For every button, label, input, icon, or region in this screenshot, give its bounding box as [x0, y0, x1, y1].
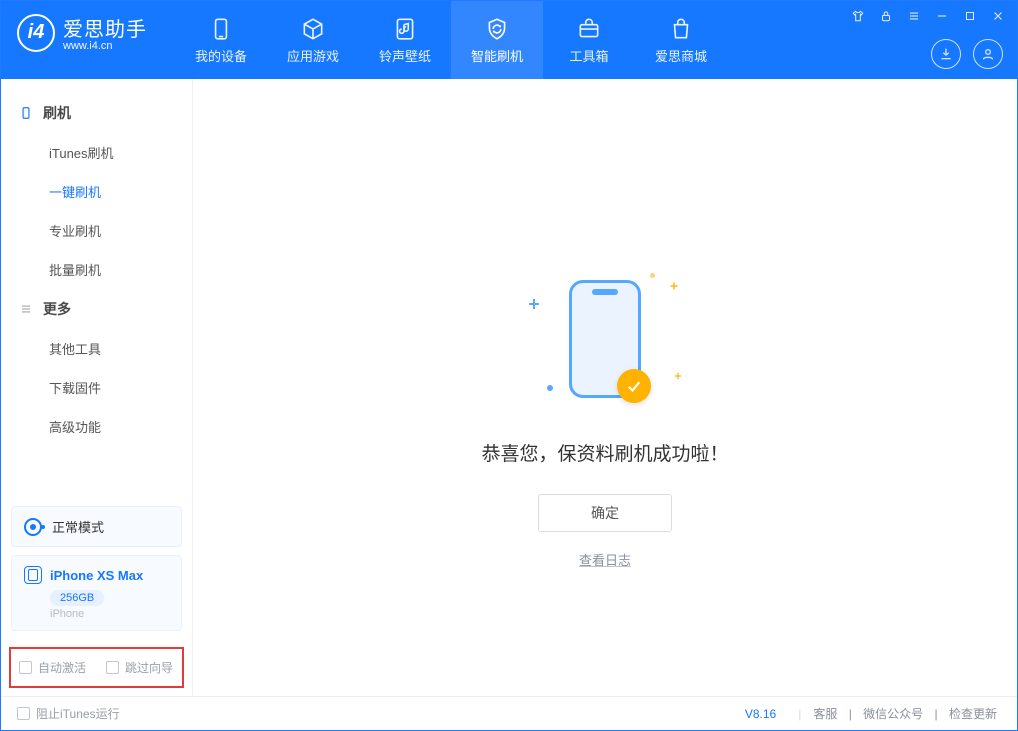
music-file-icon — [392, 16, 418, 42]
separator: | — [845, 707, 856, 721]
dot-icon — [547, 385, 553, 391]
mode-label: 正常模式 — [52, 517, 104, 536]
sparkle-icon — [529, 299, 539, 309]
tab-smart-flash[interactable]: 智能刷机 — [451, 1, 543, 79]
minimize-button[interactable] — [933, 7, 951, 25]
lock-icon[interactable] — [877, 7, 895, 25]
tab-label: 工具箱 — [569, 46, 608, 65]
sidebar-item-oneclick-flash[interactable]: 一键刷机 — [1, 172, 192, 211]
download-manager-button[interactable] — [931, 39, 961, 69]
list-icon — [19, 302, 33, 316]
footer: 阻止iTunes运行 V8.16 | 客服 | 微信公众号 | 检查更新 — [1, 696, 1017, 730]
footer-link-wechat[interactable]: 微信公众号 — [859, 707, 927, 721]
tab-label: 应用游戏 — [287, 46, 339, 65]
tab-ringtone-wallpaper[interactable]: 铃声壁纸 — [359, 1, 451, 79]
brand-text: 爱思助手 www.i4.cn — [63, 13, 147, 52]
device-name: iPhone XS Max — [50, 568, 143, 583]
sidebar-item-itunes-flash[interactable]: iTunes刷机 — [1, 133, 192, 172]
tab-app-games[interactable]: 应用游戏 — [267, 1, 359, 79]
tshirt-icon[interactable] — [849, 7, 867, 25]
menu-icon[interactable] — [905, 7, 923, 25]
view-log-link[interactable]: 查看日志 — [579, 550, 631, 569]
footer-link-check-update[interactable]: 检查更新 — [945, 707, 1001, 721]
account-button[interactable] — [973, 39, 1003, 69]
checkbox-auto-activate[interactable]: 自动激活 — [19, 659, 86, 676]
success-illustration — [525, 269, 685, 409]
device-small-icon — [19, 106, 33, 120]
tab-my-device[interactable]: 我的设备 — [175, 1, 267, 79]
header-right-actions — [931, 39, 1003, 69]
tab-toolbox[interactable]: 工具箱 — [543, 1, 635, 79]
success-badge-icon — [617, 369, 651, 403]
mode-status-icon — [24, 518, 42, 536]
section-title: 更多 — [43, 299, 71, 319]
tab-label: 爱思商城 — [655, 46, 707, 65]
titlebar: i4 爱思助手 www.i4.cn 我的设备 应用游戏 铃声壁纸 智能刷 — [1, 1, 1017, 79]
brand-url: www.i4.cn — [63, 40, 147, 52]
separator: | — [931, 707, 942, 721]
separator: | — [790, 707, 809, 721]
tab-store[interactable]: 爱思商城 — [635, 1, 727, 79]
checkbox-block-itunes[interactable]: 阻止iTunes运行 — [17, 705, 120, 722]
tab-label: 我的设备 — [195, 46, 247, 65]
checkbox-box-icon — [17, 707, 30, 720]
section-title: 刷机 — [43, 103, 71, 123]
bag-icon — [668, 16, 694, 42]
sidebar-item-pro-flash[interactable]: 专业刷机 — [1, 211, 192, 250]
checkbox-skip-guide[interactable]: 跳过向导 — [106, 659, 173, 676]
close-button[interactable] — [989, 7, 1007, 25]
mode-card[interactable]: 正常模式 — [11, 506, 182, 547]
sidebar-item-advanced[interactable]: 高级功能 — [1, 407, 192, 446]
check-icon — [625, 377, 643, 395]
dot-icon — [650, 273, 655, 278]
success-message: 恭喜您，保资料刷机成功啦！ — [481, 439, 728, 466]
sidebar: 刷机 iTunes刷机 一键刷机 专业刷机 批量刷机 更多 其他工具 下载固件 … — [1, 79, 193, 696]
sparkle-icon — [671, 283, 678, 290]
main-content: 恭喜您，保资料刷机成功啦！ 确定 查看日志 — [193, 79, 1017, 696]
top-tabs: 我的设备 应用游戏 铃声壁纸 智能刷机 工具箱 爱思商城 — [175, 1, 727, 79]
maximize-button[interactable] — [961, 7, 979, 25]
version-label: V8.16 — [745, 707, 776, 721]
user-icon — [980, 46, 996, 62]
brand: i4 爱思助手 www.i4.cn — [1, 1, 161, 52]
sidebar-scroll: 刷机 iTunes刷机 一键刷机 专业刷机 批量刷机 更多 其他工具 下载固件 … — [1, 79, 192, 498]
cube-icon — [300, 16, 326, 42]
device-icon — [24, 566, 42, 584]
footer-link-support[interactable]: 客服 — [809, 707, 841, 721]
brand-logo-text: i4 — [28, 21, 45, 44]
sidebar-item-download-firmware[interactable]: 下载固件 — [1, 368, 192, 407]
phone-icon — [208, 16, 234, 42]
section-flash-header: 刷机 — [1, 93, 192, 133]
app-window: i4 爱思助手 www.i4.cn 我的设备 应用游戏 铃声壁纸 智能刷 — [0, 0, 1018, 731]
confirm-button[interactable]: 确定 — [538, 494, 672, 532]
sidebar-item-batch-flash[interactable]: 批量刷机 — [1, 250, 192, 289]
brand-logo-icon: i4 — [17, 14, 55, 52]
checkbox-box-icon — [106, 661, 119, 674]
body: 刷机 iTunes刷机 一键刷机 专业刷机 批量刷机 更多 其他工具 下载固件 … — [1, 79, 1017, 696]
brand-name: 爱思助手 — [63, 13, 147, 42]
tab-label: 铃声壁纸 — [379, 46, 431, 65]
tab-label: 智能刷机 — [471, 46, 523, 65]
checkbox-label: 跳过向导 — [125, 659, 173, 676]
refresh-shield-icon — [484, 16, 510, 42]
checkbox-label: 阻止iTunes运行 — [36, 705, 120, 722]
sparkle-icon — [675, 373, 681, 379]
section-more-header: 更多 — [1, 289, 192, 329]
device-subtitle: iPhone — [50, 608, 169, 620]
download-icon — [938, 46, 954, 62]
sidebar-item-other-tools[interactable]: 其他工具 — [1, 329, 192, 368]
window-controls — [849, 7, 1007, 25]
checkbox-box-icon — [19, 661, 32, 674]
device-card[interactable]: iPhone XS Max 256GB iPhone — [11, 555, 182, 631]
checkbox-label: 自动激活 — [38, 659, 86, 676]
options-row-highlight: 自动激活 跳过向导 — [9, 647, 184, 688]
device-capacity: 256GB — [50, 590, 104, 606]
toolbox-icon — [576, 16, 602, 42]
